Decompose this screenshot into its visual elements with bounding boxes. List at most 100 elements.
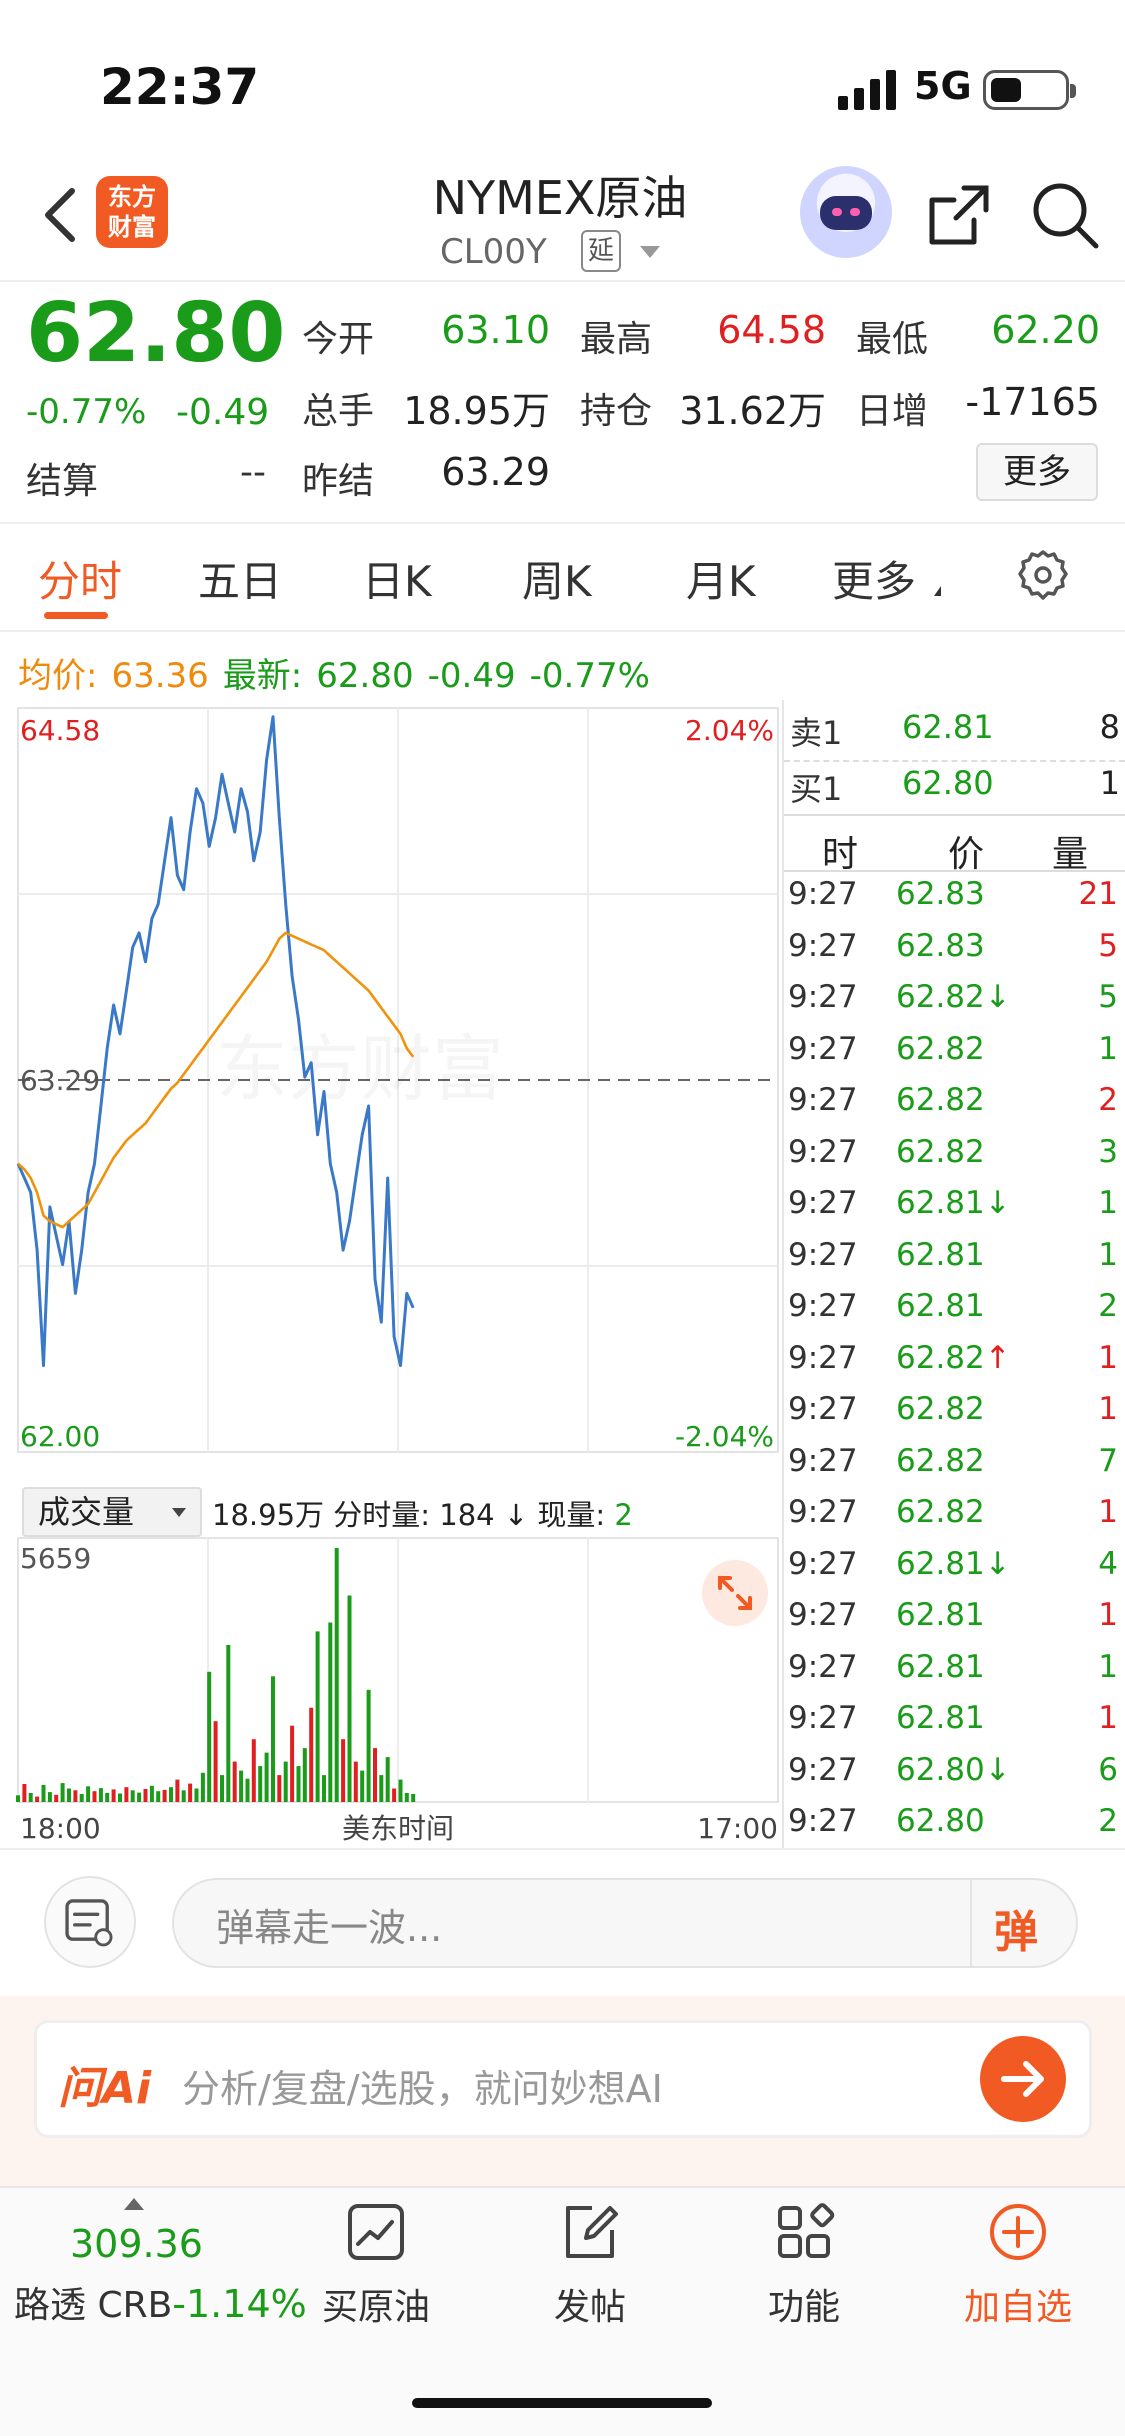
trade-price: 62.81	[896, 1700, 985, 1736]
volume-bar	[277, 1775, 282, 1802]
danmaku-placeholder: 弹幕走一波...	[216, 1906, 443, 1950]
intraday-chart[interactable]: 东方财富 64.58 62.00 63.29 2.04% -2.04% 5659 18:00 美…	[0, 700, 780, 1850]
logo-text: 东方 财富	[108, 183, 156, 241]
trade-price: 62.81↓	[896, 1546, 1011, 1582]
prev-settle-value: 63.29	[441, 450, 550, 494]
trade-row: 9:27 62.82 1	[788, 1391, 1118, 1442]
tab-5day[interactable]: 五日	[198, 548, 282, 609]
trade-price-value: 62.82	[896, 1030, 985, 1067]
volume-bar	[207, 1671, 212, 1802]
trade-time: 9:27	[788, 1803, 858, 1839]
period-volume-label: 分时量:	[333, 1498, 431, 1532]
network-type: 5G	[914, 64, 972, 108]
ai-robot-icon[interactable]	[800, 166, 892, 258]
trade-row: 9:27 62.81 2	[788, 1288, 1118, 1339]
trade-direction-icon: ↓	[984, 1185, 1011, 1221]
more-button[interactable]: 更多	[976, 443, 1098, 501]
share-icon[interactable]	[924, 180, 994, 250]
edit-icon	[566, 2206, 618, 2258]
status-time: 22:37	[100, 58, 260, 116]
buy1-vol: 1	[1099, 764, 1120, 802]
tab-intraday[interactable]: 分时	[38, 548, 122, 609]
y-ref-label: 63.29	[20, 1064, 100, 1097]
volume-bar	[124, 1787, 129, 1802]
tab-weekly-k[interactable]: 周K	[522, 548, 592, 609]
trade-time: 9:27	[788, 979, 858, 1015]
volume-bar	[385, 1757, 390, 1802]
chart-watermark: 东方财富	[216, 1027, 504, 1111]
trade-price: 62.81	[896, 1237, 985, 1273]
trade-price: 62.82	[896, 1391, 985, 1427]
trade-price: 62.81↓	[896, 1185, 1011, 1221]
trade-price: 62.82	[896, 1082, 985, 1118]
trade-volume: 6	[1098, 1751, 1118, 1788]
volume-bar	[200, 1772, 205, 1802]
volume-bar	[86, 1786, 91, 1802]
trade-volume: 3	[1098, 1133, 1118, 1170]
danmaku-button[interactable]: 弹	[994, 1896, 1038, 1960]
pct-min-label: -2.04%	[675, 1420, 774, 1453]
volume-bar	[411, 1793, 416, 1802]
danmaku-settings-icon[interactable]	[44, 1876, 136, 1968]
trade-row: 9:27 62.81↓ 1	[788, 1185, 1118, 1236]
back-icon[interactable]	[36, 185, 86, 245]
trade-price-value: 62.82	[896, 1391, 985, 1427]
trade-price-value: 62.81	[896, 1185, 985, 1221]
nav-functions[interactable]: 功能	[714, 2200, 894, 2330]
volume-bar	[334, 1548, 339, 1802]
trade-price: 62.82	[896, 1031, 985, 1067]
arrow-right-icon[interactable]	[980, 2036, 1066, 2122]
trade-time: 9:27	[788, 1751, 858, 1788]
high-label: 最高	[580, 319, 653, 360]
buy1-label: 买1	[790, 770, 843, 808]
trade-row: 9:27 62.82 3	[788, 1134, 1118, 1185]
crb-value[interactable]: 309.36	[70, 2222, 203, 2266]
trade-time: 9:27	[788, 1339, 858, 1376]
volume-bar	[283, 1761, 288, 1802]
volume-bar	[360, 1770, 365, 1802]
crb-ticker[interactable]: 路透 CRB-1.14%	[14, 2276, 307, 2328]
trade-time: 9:27	[788, 1030, 858, 1067]
chart-icon	[348, 2204, 404, 2260]
tab-more[interactable]: 更多	[832, 548, 916, 609]
nav-functions-label: 功能	[767, 2287, 840, 2328]
volume-indicator-select[interactable]: 成交量	[22, 1487, 202, 1537]
tab-daily-k[interactable]: 日K	[362, 548, 432, 609]
gear-icon[interactable]	[1016, 548, 1070, 602]
trade-row: 9:27 62.81 1	[788, 1237, 1118, 1288]
trade-price-value: 62.82	[896, 1494, 985, 1530]
nav-post[interactable]: 发帖	[500, 2200, 680, 2330]
instrument-code[interactable]: CL00Y	[440, 232, 547, 272]
volume-bar	[220, 1775, 224, 1802]
trade-row: 9:27 62.82↓ 5	[788, 979, 1118, 1030]
trade-time: 9:27	[788, 927, 858, 964]
search-icon[interactable]	[1030, 180, 1100, 250]
volume-bar	[232, 1761, 237, 1802]
x-label-end: 17:00	[697, 1812, 778, 1845]
trade-time: 9:27	[788, 1442, 858, 1479]
trade-price: 62.82	[896, 1443, 985, 1479]
trade-price: 62.82	[896, 1494, 985, 1530]
chevron-down-icon[interactable]	[640, 246, 660, 258]
trade-time: 9:27	[788, 1391, 858, 1427]
trade-price: 62.81	[896, 1597, 985, 1633]
book-separator	[784, 814, 1125, 816]
y-max-label: 64.58	[20, 714, 100, 747]
nav-buy-crude[interactable]: 买原油	[286, 2200, 466, 2330]
trade-time: 9:27	[788, 1133, 858, 1170]
expand-icon[interactable]	[702, 1560, 768, 1626]
volume-bar	[239, 1770, 244, 1802]
volume-bar	[92, 1791, 97, 1802]
volume-bar	[181, 1790, 186, 1802]
tab-monthly-k[interactable]: 月K	[686, 548, 756, 609]
trade-price: 62.82↑	[896, 1340, 1011, 1376]
period-volume-value: 184	[439, 1498, 495, 1532]
low-label: 最低	[856, 319, 929, 360]
nav-add-watchlist[interactable]: 加自选	[928, 2200, 1108, 2330]
sell1-label: 卖1	[790, 714, 843, 752]
trade-volume: 2	[1098, 1082, 1118, 1118]
trade-price-value: 62.80	[896, 1803, 985, 1839]
trade-price-value: 62.82	[896, 1133, 985, 1170]
volume-bar	[194, 1788, 199, 1802]
daily-increase-label: 日增	[856, 391, 929, 432]
